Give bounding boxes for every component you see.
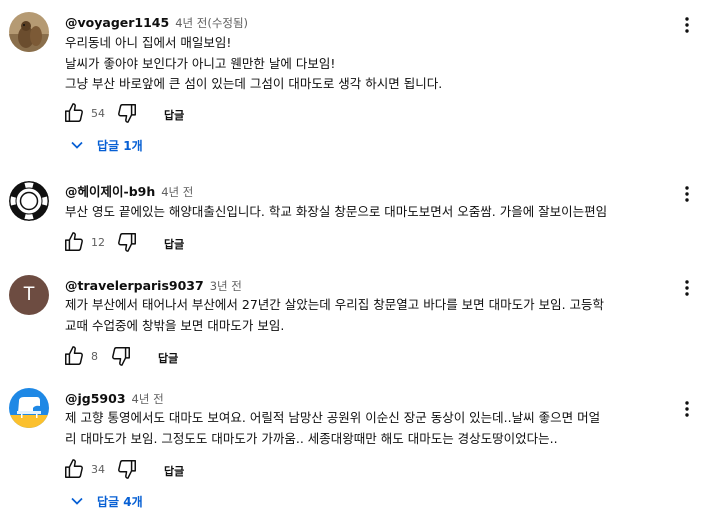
comment-text-line: 리 대마도가 보임. 그정도도 대마도가 가까움.. 세종대왕때만 해도 대마도… bbox=[65, 430, 558, 446]
squirrel-photo-avatar bbox=[9, 12, 49, 52]
comment-text: 제가 부산에서 태어나서 부산에서 27년간 살았는데 우리집 창문열고 바다를… bbox=[65, 295, 665, 336]
thumbs-down-icon bbox=[118, 233, 136, 252]
comment-author[interactable]: @jg5903 bbox=[65, 391, 126, 406]
comment-time[interactable]: 3년 전 bbox=[210, 279, 242, 293]
dislike-button[interactable] bbox=[116, 231, 138, 257]
like-button[interactable] bbox=[63, 345, 85, 371]
lifebuoy-avatar bbox=[9, 181, 49, 221]
comment-header: @헤이제이-b9h 4년 전 bbox=[65, 181, 193, 199]
comment-item: @voyager1145 4년 전(수정됨) 우리동네 아니 집에서 매일보임! … bbox=[0, 12, 702, 157]
more-vertical-icon bbox=[685, 186, 689, 202]
more-options-button[interactable] bbox=[684, 279, 690, 297]
reply-button[interactable]: 답글 bbox=[164, 463, 184, 479]
comment-actions: 12 답글 bbox=[63, 231, 263, 255]
more-options-button[interactable] bbox=[684, 185, 690, 203]
dislike-button[interactable] bbox=[116, 458, 138, 484]
comment-item: @헤이제이-b9h 4년 전 부산 영도 끝에있는 해양대출신입니다. 학교 화장… bbox=[0, 181, 702, 256]
thumbs-down-icon bbox=[112, 347, 130, 366]
comment-actions: 34 답글 bbox=[63, 458, 263, 482]
comment-text-line: 그냥 부산 바로앞에 큰 섬이 있는데 그섬이 대마도로 생각 하시면 됩니다. bbox=[65, 76, 443, 91]
comment-text-line: 우리동네 아니 집에서 매일보임! bbox=[65, 35, 232, 50]
like-button[interactable] bbox=[63, 231, 85, 257]
like-button[interactable] bbox=[63, 102, 85, 128]
like-button[interactable] bbox=[63, 458, 85, 484]
reply-button[interactable]: 답글 bbox=[158, 350, 178, 366]
like-count: 12 bbox=[91, 236, 105, 249]
avatar[interactable] bbox=[9, 181, 49, 221]
replies-label: 답글 4개 bbox=[97, 495, 143, 509]
comment-text-line: 교때 수업중에 창밖을 보면 대마도가 보임. bbox=[65, 317, 285, 333]
comment-item: T @travelerparis9037 3년 전 제가 부산에서 태어나서 부산… bbox=[0, 275, 702, 370]
more-vertical-icon bbox=[685, 17, 689, 33]
comment-text-line: 제가 부산에서 태어나서 부산에서 27년간 살았는데 우리집 창문열고 바다를… bbox=[65, 297, 605, 312]
comment-author[interactable]: @voyager1145 bbox=[65, 15, 169, 30]
avatar[interactable] bbox=[9, 388, 49, 428]
dislike-button[interactable] bbox=[116, 102, 138, 128]
comment-text-line: 날씨가 좋아야 보인다가 아니고 웬만한 날에 다보임! bbox=[65, 55, 336, 71]
comment-author[interactable]: @travelerparis9037 bbox=[65, 278, 204, 293]
comment-text: 우리동네 아니 집에서 매일보임! 날씨가 좋아야 보인다가 아니고 웬만한 날… bbox=[65, 33, 665, 95]
comment-time[interactable]: 4년 전 bbox=[132, 392, 164, 406]
avatar-letter: T bbox=[23, 284, 35, 305]
comment-time[interactable]: 4년 전 bbox=[161, 185, 193, 199]
view-replies-button[interactable]: 답글 4개 bbox=[70, 492, 190, 512]
comment-actions: 8 답글 bbox=[63, 345, 263, 369]
chevron-down-icon bbox=[71, 141, 83, 149]
comment-time[interactable]: 4년 전(수정됨) bbox=[175, 16, 248, 30]
thumbs-down-icon bbox=[118, 460, 136, 479]
piano-logo-avatar bbox=[9, 388, 49, 428]
reply-button[interactable]: 답글 bbox=[164, 107, 184, 123]
chevron-down-icon bbox=[71, 497, 83, 505]
more-options-button[interactable] bbox=[684, 16, 690, 34]
comment-author[interactable]: @헤이제이-b9h bbox=[65, 184, 155, 199]
like-count: 34 bbox=[91, 463, 105, 476]
more-vertical-icon bbox=[685, 280, 689, 296]
comment-text-line: 부산 영도 끝에있는 해양대출신입니다. 학교 화장실 창문으로 대마도보면서 … bbox=[65, 204, 608, 219]
comment-header: @travelerparis9037 3년 전 bbox=[65, 275, 242, 293]
dislike-button[interactable] bbox=[110, 345, 132, 371]
comment-text: 부산 영도 끝에있는 해양대출신입니다. 학교 화장실 창문으로 대마도보면서 … bbox=[65, 202, 665, 223]
view-replies-button[interactable]: 답글 1개 bbox=[70, 136, 190, 156]
avatar[interactable]: T bbox=[9, 275, 49, 315]
comment-text: 제 고향 통영에서도 대마도 보여요. 어릴적 남망산 공원위 이순신 장군 동… bbox=[65, 408, 665, 449]
avatar[interactable] bbox=[9, 12, 49, 52]
thumbs-up-icon bbox=[65, 103, 83, 122]
thumbs-up-icon bbox=[65, 232, 83, 251]
comment-header: @jg5903 4년 전 bbox=[65, 388, 164, 406]
reply-button[interactable]: 답글 bbox=[164, 236, 184, 252]
thumbs-down-icon bbox=[118, 104, 136, 123]
like-count: 54 bbox=[91, 107, 105, 120]
thumbs-up-icon bbox=[65, 459, 83, 478]
more-options-button[interactable] bbox=[684, 400, 690, 418]
thumbs-up-icon bbox=[65, 346, 83, 365]
replies-label: 답글 1개 bbox=[97, 139, 143, 153]
more-vertical-icon bbox=[685, 401, 689, 417]
comment-header: @voyager1145 4년 전(수정됨) bbox=[65, 12, 248, 30]
comment-item: @jg5903 4년 전 제 고향 통영에서도 대마도 보여요. 어릴적 남망산 … bbox=[0, 388, 702, 513]
like-count: 8 bbox=[91, 350, 98, 363]
comment-text-line: 제 고향 통영에서도 대마도 보여요. 어릴적 남망산 공원위 이순신 장군 동… bbox=[65, 410, 601, 425]
comment-actions: 54 답글 bbox=[63, 102, 263, 126]
